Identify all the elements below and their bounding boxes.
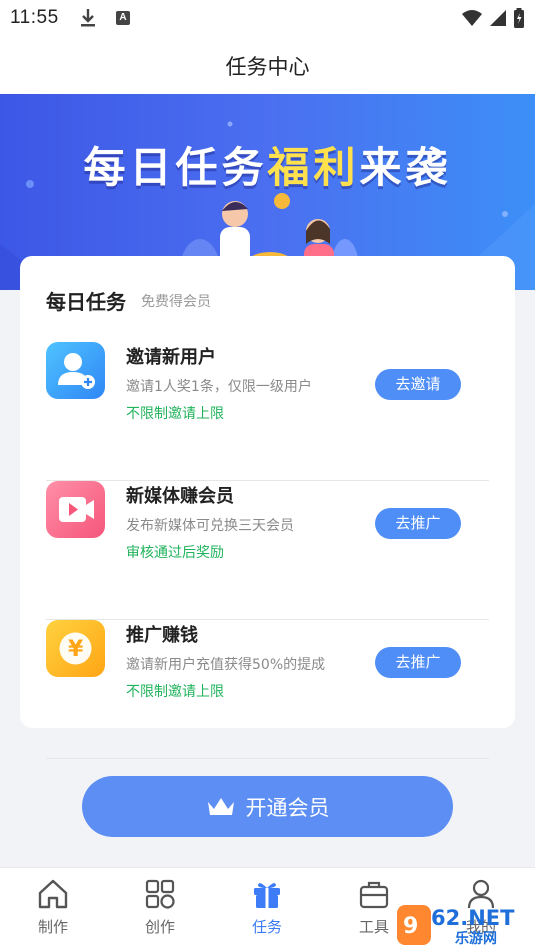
banner-title-highlight: 福利	[267, 143, 360, 192]
svg-text:¥: ¥	[68, 637, 84, 662]
status-time: 11:55	[10, 7, 59, 28]
a-badge-icon: A	[116, 11, 130, 25]
vip-button-label: 开通会员	[245, 795, 330, 820]
invite-button[interactable]: 去邀请	[375, 369, 461, 400]
task-name: 推广赚钱	[126, 625, 198, 646]
divider	[46, 758, 489, 759]
daily-tasks-card: 每日任务 免费得会员 邀请新用户 邀请1人奖1条，仅限一级用户 不限制邀请上限 …	[20, 256, 515, 759]
tab-create[interactable]: 创作	[125, 878, 195, 937]
task-desc: 邀请1人奖1条，仅限一级用户	[126, 379, 312, 395]
nav-bar: 任务中心	[0, 36, 535, 94]
task-note: 不限制邀请上限	[126, 684, 224, 700]
card-subtitle: 免费得会员	[141, 294, 211, 310]
page-title: 任务中心	[225, 55, 310, 79]
task-note: 审核通过后奖励	[126, 545, 224, 561]
card-title: 每日任务	[46, 290, 126, 314]
task-desc: 发布新媒体可兑换三天会员	[126, 518, 294, 534]
promote-earn-button[interactable]: 去推广	[375, 647, 461, 678]
download-icon	[80, 8, 96, 32]
grid-icon	[145, 879, 175, 909]
battery-icon	[514, 8, 524, 28]
banner-title-part1: 每日任务	[83, 143, 268, 192]
tab-label: 创作	[144, 918, 175, 936]
open-vip-button[interactable]: 开通会员	[82, 776, 453, 837]
task-item-new-media: 新媒体赚会员 发布新媒体可兑换三天会员 审核通过后奖励 去推广	[46, 481, 489, 620]
add-user-icon	[46, 342, 105, 399]
home-icon	[38, 879, 68, 909]
task-desc: 邀请新用户充值获得50%的提成	[126, 657, 326, 673]
status-bar: 11:55 A	[0, 0, 535, 36]
briefcase-icon	[359, 881, 389, 909]
task-item-promote-earn: ¥ 推广赚钱 邀请新用户充值获得50%的提成 不限制邀请上限 去推广	[46, 620, 489, 759]
crown-icon	[207, 797, 234, 815]
svg-text:62.NET: 62.NET	[431, 906, 515, 930]
yuan-coin-icon: ¥	[46, 620, 105, 677]
tab-label: 任务	[251, 918, 282, 936]
task-name: 新媒体赚会员	[126, 486, 234, 507]
tab-make[interactable]: 制作	[18, 878, 88, 937]
watermark-logo: 9 62.NET 乐游网	[395, 903, 530, 947]
task-note: 不限制邀请上限	[126, 406, 224, 422]
tab-tasks[interactable]: 任务	[232, 878, 302, 937]
svg-text:乐游网: 乐游网	[455, 930, 497, 947]
task-name: 邀请新用户	[126, 347, 216, 368]
video-icon	[46, 481, 105, 538]
wifi-icon	[462, 10, 482, 26]
status-icons	[461, 8, 525, 28]
banner-title: 每日任务福利来袭	[0, 134, 535, 195]
tab-label: 制作	[37, 918, 68, 936]
gift-icon	[254, 883, 280, 908]
svg-text:9: 9	[403, 914, 418, 939]
signal-icon	[490, 10, 506, 26]
task-item-invite: 邀请新用户 邀请1人奖1条，仅限一级用户 不限制邀请上限 去邀请	[46, 342, 489, 481]
promote-button[interactable]: 去推广	[375, 508, 461, 539]
banner-title-part2: 来袭	[359, 143, 452, 192]
